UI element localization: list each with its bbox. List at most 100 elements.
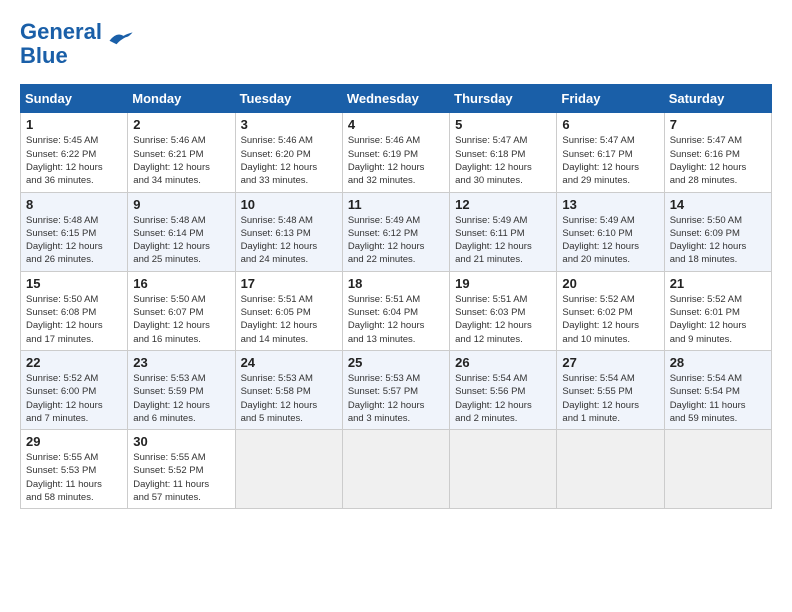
day-info: Sunrise: 5:48 AM Sunset: 6:13 PM Dayligh… [241, 214, 337, 267]
calendar-cell: 17 Sunrise: 5:51 AM Sunset: 6:05 PM Dayli… [235, 271, 342, 350]
calendar-cell: 29 Sunrise: 5:55 AM Sunset: 5:53 PM Dayli… [21, 430, 128, 509]
day-number: 23 [133, 355, 229, 370]
calendar-week-3: 15 Sunrise: 5:50 AM Sunset: 6:08 PM Dayli… [21, 271, 772, 350]
calendar-cell [450, 430, 557, 509]
day-number: 21 [670, 276, 766, 291]
calendar-cell [557, 430, 664, 509]
calendar-cell: 4Sunrise: 5:46 AM Sunset: 6:19 PM Daylig… [342, 113, 449, 192]
calendar-cell: 7 Sunrise: 5:47 AM Sunset: 6:16 PM Daylig… [664, 113, 771, 192]
day-number: 14 [670, 197, 766, 212]
calendar-cell: 10 Sunrise: 5:48 AM Sunset: 6:13 PM Dayli… [235, 192, 342, 271]
day-number: 22 [26, 355, 122, 370]
calendar-cell: 13 Sunrise: 5:49 AM Sunset: 6:10 PM Dayli… [557, 192, 664, 271]
logo: GeneralBlue [20, 20, 134, 68]
day-info: Sunrise: 5:54 AM Sunset: 5:55 PM Dayligh… [562, 372, 658, 425]
day-number: 6 [562, 117, 658, 132]
day-number: 2 [133, 117, 229, 132]
day-number: 17 [241, 276, 337, 291]
calendar-cell: 2 Sunrise: 5:46 AM Sunset: 6:21 PM Daylig… [128, 113, 235, 192]
day-info: Sunrise: 5:51 AM Sunset: 6:05 PM Dayligh… [241, 293, 337, 346]
day-number: 28 [670, 355, 766, 370]
weekday-header-tuesday: Tuesday [235, 85, 342, 113]
logo-bird-icon [106, 30, 134, 48]
day-info: Sunrise: 5:47 AM Sunset: 6:17 PM Dayligh… [562, 134, 658, 187]
day-info: Sunrise: 5:47 AM Sunset: 6:16 PM Dayligh… [670, 134, 766, 187]
calendar-cell: 20 Sunrise: 5:52 AM Sunset: 6:02 PM Dayli… [557, 271, 664, 350]
calendar-cell: 30Sunrise: 5:55 AM Sunset: 5:52 PM Dayli… [128, 430, 235, 509]
day-info: Sunrise: 5:48 AM Sunset: 6:14 PM Dayligh… [133, 214, 229, 267]
day-info: Sunrise: 5:50 AM Sunset: 6:08 PM Dayligh… [26, 293, 122, 346]
calendar-cell: 28 Sunrise: 5:54 AM Sunset: 5:54 PM Dayli… [664, 350, 771, 429]
day-info: Sunrise: 5:46 AM Sunset: 6:21 PM Dayligh… [133, 134, 229, 187]
calendar-week-1: 1Sunrise: 5:45 AM Sunset: 6:22 PM Daylig… [21, 113, 772, 192]
weekday-header-wednesday: Wednesday [342, 85, 449, 113]
day-info: Sunrise: 5:53 AM Sunset: 5:59 PM Dayligh… [133, 372, 229, 425]
logo-text: GeneralBlue [20, 20, 102, 68]
page-header: GeneralBlue [20, 20, 772, 68]
calendar-cell: 3 Sunrise: 5:46 AM Sunset: 6:20 PM Daylig… [235, 113, 342, 192]
day-info: Sunrise: 5:52 AM Sunset: 6:02 PM Dayligh… [562, 293, 658, 346]
weekday-header-thursday: Thursday [450, 85, 557, 113]
day-number: 16 [133, 276, 229, 291]
calendar-cell: 12 Sunrise: 5:49 AM Sunset: 6:11 PM Dayli… [450, 192, 557, 271]
calendar-header-row: SundayMondayTuesdayWednesdayThursdayFrid… [21, 85, 772, 113]
day-number: 29 [26, 434, 122, 449]
calendar-cell [664, 430, 771, 509]
day-number: 27 [562, 355, 658, 370]
day-number: 4 [348, 117, 444, 132]
day-number: 12 [455, 197, 551, 212]
day-info: Sunrise: 5:52 AM Sunset: 6:01 PM Dayligh… [670, 293, 766, 346]
day-number: 26 [455, 355, 551, 370]
weekday-header-friday: Friday [557, 85, 664, 113]
calendar-cell: 8Sunrise: 5:48 AM Sunset: 6:15 PM Daylig… [21, 192, 128, 271]
day-number: 24 [241, 355, 337, 370]
calendar-cell: 14 Sunrise: 5:50 AM Sunset: 6:09 PM Dayli… [664, 192, 771, 271]
calendar-cell: 18 Sunrise: 5:51 AM Sunset: 6:04 PM Dayli… [342, 271, 449, 350]
calendar-week-4: 22 Sunrise: 5:52 AM Sunset: 6:00 PM Dayli… [21, 350, 772, 429]
day-number: 7 [670, 117, 766, 132]
calendar-cell: 16 Sunrise: 5:50 AM Sunset: 6:07 PM Dayli… [128, 271, 235, 350]
weekday-header-monday: Monday [128, 85, 235, 113]
day-info: Sunrise: 5:53 AM Sunset: 5:57 PM Dayligh… [348, 372, 444, 425]
calendar-cell: 1Sunrise: 5:45 AM Sunset: 6:22 PM Daylig… [21, 113, 128, 192]
day-info: Sunrise: 5:49 AM Sunset: 6:11 PM Dayligh… [455, 214, 551, 267]
day-info: Sunrise: 5:53 AM Sunset: 5:58 PM Dayligh… [241, 372, 337, 425]
day-number: 18 [348, 276, 444, 291]
calendar-cell: 21 Sunrise: 5:52 AM Sunset: 6:01 PM Dayli… [664, 271, 771, 350]
calendar-cell: 26 Sunrise: 5:54 AM Sunset: 5:56 PM Dayli… [450, 350, 557, 429]
calendar-cell: 11 Sunrise: 5:49 AM Sunset: 6:12 PM Dayli… [342, 192, 449, 271]
day-number: 15 [26, 276, 122, 291]
day-number: 19 [455, 276, 551, 291]
weekday-header-saturday: Saturday [664, 85, 771, 113]
day-info: Sunrise: 5:50 AM Sunset: 6:09 PM Dayligh… [670, 214, 766, 267]
calendar-week-5: 29 Sunrise: 5:55 AM Sunset: 5:53 PM Dayli… [21, 430, 772, 509]
calendar-week-2: 8Sunrise: 5:48 AM Sunset: 6:15 PM Daylig… [21, 192, 772, 271]
day-number: 11 [348, 197, 444, 212]
day-info: Sunrise: 5:54 AM Sunset: 5:54 PM Dayligh… [670, 372, 766, 425]
day-number: 13 [562, 197, 658, 212]
day-number: 25 [348, 355, 444, 370]
weekday-header-sunday: Sunday [21, 85, 128, 113]
day-number: 8 [26, 197, 122, 212]
day-info: Sunrise: 5:50 AM Sunset: 6:07 PM Dayligh… [133, 293, 229, 346]
day-info: Sunrise: 5:45 AM Sunset: 6:22 PM Dayligh… [26, 134, 122, 187]
day-info: Sunrise: 5:49 AM Sunset: 6:12 PM Dayligh… [348, 214, 444, 267]
day-info: Sunrise: 5:55 AM Sunset: 5:53 PM Dayligh… [26, 451, 122, 504]
day-info: Sunrise: 5:51 AM Sunset: 6:03 PM Dayligh… [455, 293, 551, 346]
day-number: 20 [562, 276, 658, 291]
calendar-table: SundayMondayTuesdayWednesdayThursdayFrid… [20, 84, 772, 509]
calendar-cell: 23 Sunrise: 5:53 AM Sunset: 5:59 PM Dayli… [128, 350, 235, 429]
calendar-cell: 6 Sunrise: 5:47 AM Sunset: 6:17 PM Daylig… [557, 113, 664, 192]
day-info: Sunrise: 5:46 AM Sunset: 6:20 PM Dayligh… [241, 134, 337, 187]
day-number: 3 [241, 117, 337, 132]
calendar-cell: 19 Sunrise: 5:51 AM Sunset: 6:03 PM Dayli… [450, 271, 557, 350]
day-info: Sunrise: 5:54 AM Sunset: 5:56 PM Dayligh… [455, 372, 551, 425]
day-info: Sunrise: 5:51 AM Sunset: 6:04 PM Dayligh… [348, 293, 444, 346]
calendar-cell: 22 Sunrise: 5:52 AM Sunset: 6:00 PM Dayli… [21, 350, 128, 429]
day-info: Sunrise: 5:47 AM Sunset: 6:18 PM Dayligh… [455, 134, 551, 187]
calendar-cell [235, 430, 342, 509]
day-info: Sunrise: 5:52 AM Sunset: 6:00 PM Dayligh… [26, 372, 122, 425]
day-info: Sunrise: 5:49 AM Sunset: 6:10 PM Dayligh… [562, 214, 658, 267]
calendar-cell [342, 430, 449, 509]
day-number: 10 [241, 197, 337, 212]
